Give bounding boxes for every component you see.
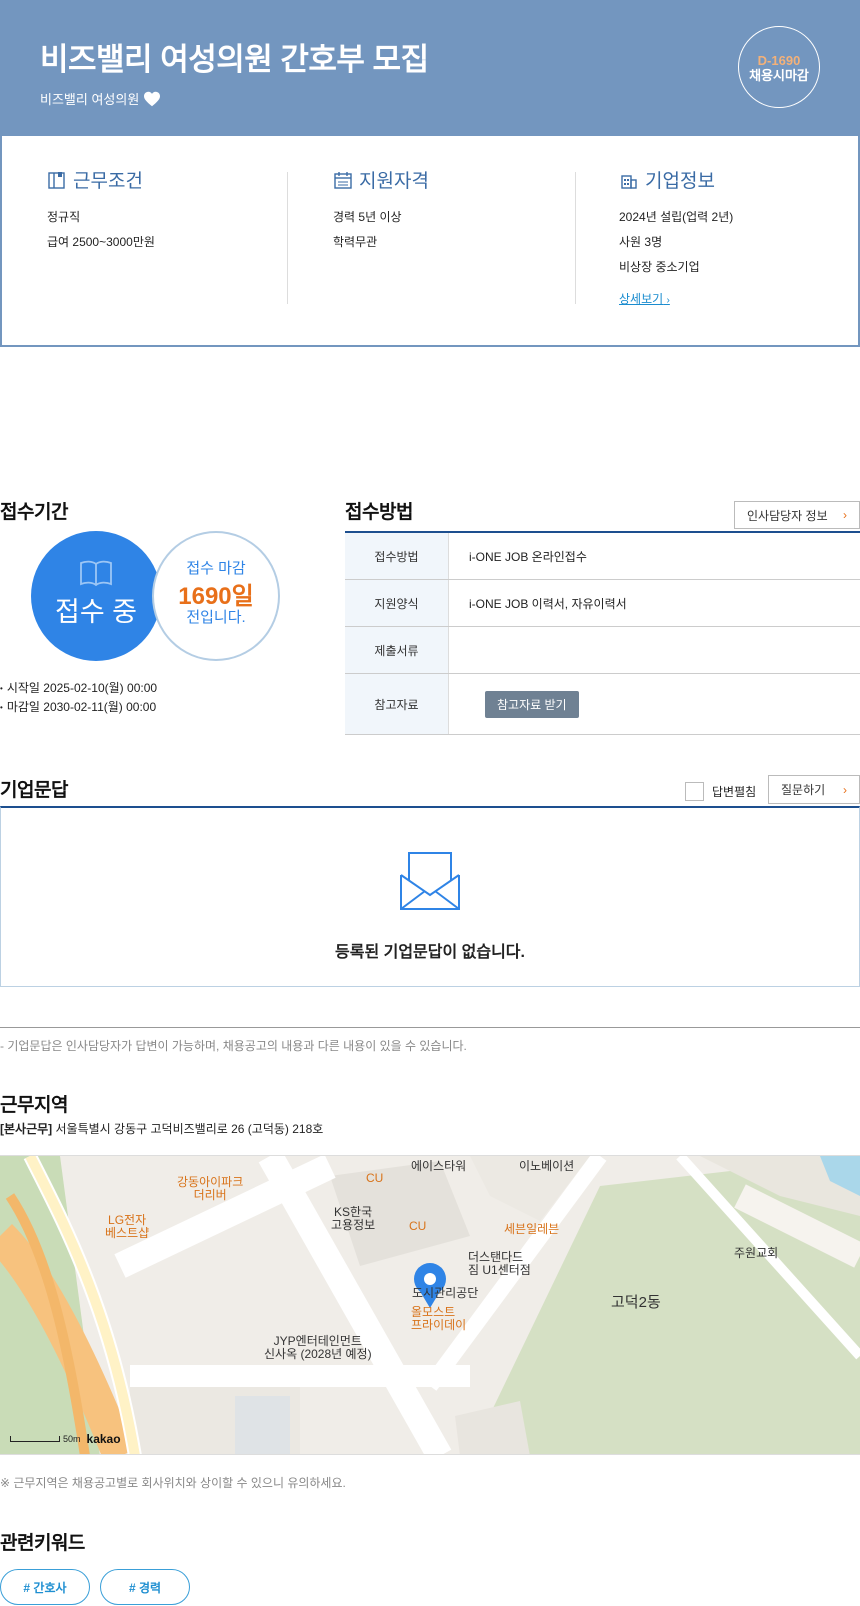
company-type: 비상장 중소기업: [619, 260, 700, 274]
career-requirement: 경력 5년 이상: [333, 210, 402, 224]
qa-title: 기업문답: [0, 780, 68, 801]
chevron-right-icon: ›: [843, 782, 847, 797]
map-label: 더스탠다드 짐 U1센터점: [468, 1250, 531, 1277]
divider: [575, 172, 576, 304]
map-label: 주원교회: [734, 1246, 779, 1260]
map-label: 에이스타워: [411, 1159, 467, 1173]
company-name-row: 비즈밸리 여성의원: [40, 89, 161, 108]
envelope-icon: [400, 852, 460, 910]
address: [본사근무] 서울특별시 강동구 고덕비즈밸리로 26 (고덕동) 218호: [0, 1120, 323, 1137]
keywords-title: 관련키워드: [0, 1533, 85, 1554]
map-label: CU: [409, 1219, 427, 1233]
divider: [0, 1027, 860, 1028]
qa-note: - 기업문답은 인사담당자가 답변이 가능하며, 채용공고의 내용과 다른 내용…: [0, 1039, 467, 1053]
map-scale: 50m kakao: [10, 1432, 121, 1446]
map-label: 이노베이션: [519, 1159, 575, 1173]
remain-suffix: 전입니다.: [186, 609, 246, 626]
qualification-title: 지원자격: [359, 171, 429, 192]
method-title: 접수방법: [345, 502, 413, 523]
heart-icon[interactable]: [143, 91, 161, 107]
reception-title: 접수기간: [0, 502, 68, 523]
job-header: 비즈밸리 여성의원 간호부 모집 비즈밸리 여성의원 D-1690 채용시마감: [0, 0, 860, 136]
work-condition-title: 근무조건: [73, 171, 143, 192]
download-reference-button[interactable]: 참고자료 받기: [485, 690, 579, 718]
keyword-tag[interactable]: # 간호사: [0, 1569, 90, 1605]
work-type: 정규직: [47, 210, 81, 224]
remain-days-circle: 접수 마감 1690일 전입니다.: [152, 531, 280, 661]
founded: 2024년 설립(업력 2년): [619, 210, 734, 224]
work-condition-section: 근무조건 정규직 급여 2500~3000만원: [47, 166, 155, 255]
map-label: 세븐일레븐: [504, 1222, 560, 1236]
map-label: JYP엔터테인먼트 신사옥 (2028년 예정): [264, 1334, 372, 1361]
address-text: 서울특별시 강동구 고덕비즈밸리로 26 (고덕동) 218호: [55, 1122, 324, 1136]
map-label: LG전자 베스트샵: [105, 1213, 150, 1240]
salary: 급여 2500~3000만원: [47, 235, 155, 249]
map-label: CU: [366, 1171, 384, 1185]
method-table: 접수방법 i-ONE JOB 온라인접수 지원양식 i-ONE JOB 이력서,…: [345, 531, 860, 735]
keyword-tag[interactable]: # 경력: [100, 1569, 190, 1605]
job-summary: 근무조건 정규직 급여 2500~3000만원 지원자격 경력 5년 이상 학력…: [0, 136, 860, 347]
reception-dates: 시작일 2025-02-10(월) 00:00 마감일 2030-02-11(월…: [0, 679, 157, 717]
document-icon: [48, 171, 65, 189]
qa-list: 등록된 기업문답이 없습니다.: [0, 806, 860, 987]
end-date: 마감일 2030-02-11(월) 00:00: [0, 698, 157, 717]
divider: [287, 172, 288, 304]
building-icon: [621, 174, 637, 189]
chevron-right-icon: ›: [843, 508, 847, 522]
hr-contact-button[interactable]: 인사담당자 정보 ›: [734, 501, 860, 529]
qa-empty-message: 등록된 기업문답이 없습니다.: [335, 944, 525, 961]
location-map[interactable]: 강동아이파크 더리버 LG전자 베스트샵 CU CU KS한국 고용정보 에이스타워 …: [0, 1155, 860, 1455]
location-note: ※ 근무지역은 채용공고별로 회사위치와 상이할 수 있으니 유의하세요.: [0, 1476, 346, 1490]
company-name[interactable]: 비즈밸리 여성의원: [40, 89, 139, 108]
table-row: 접수방법 i-ONE JOB 온라인접수: [345, 533, 860, 580]
deadline-type: 채용시마감: [749, 68, 809, 83]
reception-status: 접수 중: [54, 597, 138, 627]
qualification-section: 지원자격 경력 5년 이상 학력무관: [333, 166, 429, 255]
location-title: 근무지역: [0, 1095, 68, 1116]
expand-answers-label[interactable]: 답변펼침: [712, 783, 756, 800]
company-info-title: 기업정보: [645, 171, 715, 192]
row-label: 제출서류: [345, 627, 449, 673]
map-label: 고덕2동: [611, 1294, 661, 1311]
map-label: 올모스트 프라이데이: [411, 1305, 467, 1332]
employees: 사원 3명: [619, 235, 663, 249]
table-row: 참고자료 참고자료 받기: [345, 674, 860, 735]
map-label: 도시관리공단: [412, 1286, 479, 1300]
row-value: i-ONE JOB 온라인접수: [469, 549, 587, 564]
remain-label: 접수 마감: [186, 560, 246, 577]
dday-badge: D-1690 채용시마감: [738, 26, 820, 108]
company-detail-link[interactable]: 상세보기 ›: [619, 290, 670, 307]
row-label: 접수방법: [345, 533, 449, 579]
map-label: 강동아이파크 더리버: [177, 1175, 244, 1202]
table-row: 지원양식 i-ONE JOB 이력서, 자유이력서: [345, 580, 860, 627]
expand-answers-checkbox[interactable]: [685, 782, 704, 801]
book-icon: [80, 560, 112, 587]
calendar-icon: [334, 171, 352, 189]
row-value: i-ONE JOB 이력서, 자유이력서: [469, 596, 627, 611]
table-row: 제출서류: [345, 627, 860, 674]
company-info-section: 기업정보 2024년 설립(업력 2년) 사원 3명 비상장 중소기업 상세보기…: [619, 166, 733, 307]
row-value: [449, 627, 860, 673]
row-label: 참고자료: [345, 674, 449, 734]
scale-label: 50m: [63, 1434, 81, 1444]
dday-count: D-1690: [757, 53, 801, 68]
kakao-logo: kakao: [86, 1432, 121, 1446]
education-requirement: 학력무관: [333, 235, 378, 249]
row-label: 지원양식: [345, 580, 449, 626]
reception-status-circle: 접수 중: [31, 531, 161, 661]
address-tag: [본사근무]: [0, 1122, 53, 1136]
start-date: 시작일 2025-02-10(월) 00:00: [0, 679, 157, 698]
map-label: KS한국 고용정보: [331, 1205, 376, 1232]
job-title: 비즈밸리 여성의원 간호부 모집: [40, 42, 429, 77]
ask-question-button[interactable]: 질문하기 ›: [768, 775, 860, 804]
